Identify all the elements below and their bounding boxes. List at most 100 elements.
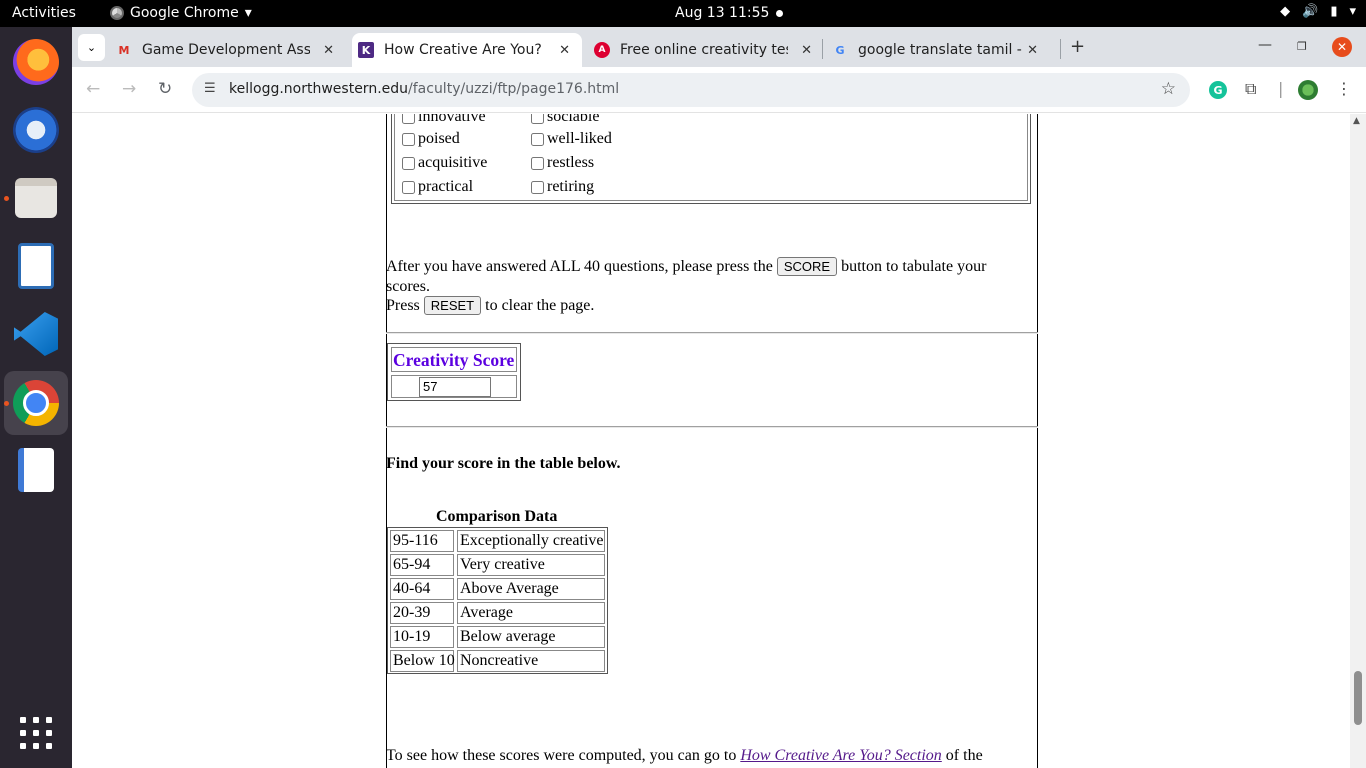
tab-google-translate[interactable]: G google translate tamil - G ✕ xyxy=(832,33,1050,67)
close-icon[interactable]: ✕ xyxy=(1027,43,1038,58)
minimize-icon[interactable]: — xyxy=(1258,37,1272,53)
tab-game-development[interactable]: M Game Development Asso ✕ xyxy=(116,33,346,67)
adjective-label: acquisitive xyxy=(418,154,488,171)
score-button[interactable]: SCORE xyxy=(776,257,838,276)
dock-thunderbird[interactable] xyxy=(4,98,68,162)
rating-cell: Exceptionally creative xyxy=(457,530,605,552)
app-menu[interactable]: Google Chrome ▾ xyxy=(110,5,252,21)
tab-how-creative[interactable]: K How Creative Are You? ✕ xyxy=(352,33,582,67)
forward-arrow-icon[interactable]: → xyxy=(122,79,136,99)
chrome-icon xyxy=(13,380,59,426)
adjective-item[interactable]: sociable xyxy=(531,114,599,126)
content-right-border xyxy=(1037,114,1038,768)
adjective-label: well-liked xyxy=(547,130,612,147)
tab-search-button[interactable]: ⌄ xyxy=(78,34,105,61)
maximize-icon[interactable]: ❐ xyxy=(1297,40,1307,53)
url-text[interactable]: kellogg.northwestern.edu/faculty/uzzi/ft… xyxy=(229,81,619,97)
url-host: kellogg.northwestern.edu xyxy=(229,81,409,97)
dock-files[interactable] xyxy=(4,166,68,230)
show-apps-grid-icon[interactable] xyxy=(20,717,52,749)
tab-title: Game Development Asso xyxy=(142,42,310,58)
adjective-item[interactable]: acquisitive xyxy=(402,154,487,172)
score-cell: 57 xyxy=(391,375,517,398)
footer-text: To see how these scores were computed, y… xyxy=(386,746,983,766)
scrollbar-thumb[interactable] xyxy=(1354,671,1362,725)
reset-text: to clear the page. xyxy=(485,297,595,314)
comparison-table: 95-116 Exceptionally creative 65-94 Very… xyxy=(387,527,608,674)
adjective-label: practical xyxy=(418,178,474,195)
adjective-item[interactable]: poised xyxy=(402,130,460,148)
horizontal-rule xyxy=(386,426,1038,428)
score-range-cell: 20-39 xyxy=(390,602,454,624)
instructions-wrap: scores. xyxy=(386,278,430,295)
reload-icon[interactable]: ↻ xyxy=(158,79,172,99)
thunderbird-icon xyxy=(13,107,59,153)
window-close-icon[interactable]: ✕ xyxy=(1332,37,1352,57)
text-editor-icon xyxy=(18,448,54,492)
close-icon[interactable]: ✕ xyxy=(323,43,334,58)
adjective-checkbox[interactable] xyxy=(402,180,415,194)
extensions-puzzle-icon[interactable]: ⧉ xyxy=(1245,79,1256,99)
vertical-scrollbar[interactable]: ▲ xyxy=(1350,114,1366,768)
new-tab-plus-icon[interactable]: + xyxy=(1070,36,1085,57)
chrome-icon xyxy=(110,6,124,20)
notification-dot xyxy=(776,10,783,17)
profile-avatar[interactable] xyxy=(1298,80,1318,100)
reset-button[interactable]: RESET xyxy=(423,296,482,315)
tab-strip: ⌄ M Game Development Asso ✕ K How Creati… xyxy=(72,27,1366,67)
bookmark-star-icon[interactable]: ☆ xyxy=(1161,79,1176,99)
adjective-label: retiring xyxy=(547,178,595,195)
adjective-item[interactable]: innovative xyxy=(402,114,486,126)
comparison-caption: Comparison Data xyxy=(436,508,558,525)
close-icon[interactable]: ✕ xyxy=(801,43,812,58)
adjective-label: restless xyxy=(547,154,595,171)
adjective-item[interactable]: well-liked xyxy=(531,130,612,148)
toolbar-divider: | xyxy=(1278,79,1284,98)
rating-cell: Average xyxy=(457,602,605,624)
adjective-item[interactable]: restless xyxy=(531,154,594,172)
url-path: /faculty/uzzi/ftp/page176.html xyxy=(408,81,620,97)
score-output-field[interactable]: 57 xyxy=(419,377,491,397)
reset-text: Press xyxy=(386,297,420,314)
adjective-item[interactable]: retiring xyxy=(531,178,594,196)
more-menu-icon[interactable]: ⋮ xyxy=(1336,79,1352,98)
adjective-checkbox[interactable] xyxy=(402,114,415,124)
adjective-checkbox[interactable] xyxy=(531,180,544,194)
dock-writer[interactable] xyxy=(4,234,68,298)
adjective-checkbox[interactable] xyxy=(531,156,544,170)
scroll-up-arrow-icon[interactable]: ▲ xyxy=(1353,116,1360,126)
vscode-icon xyxy=(14,312,58,356)
adjective-item[interactable]: practical xyxy=(402,178,473,196)
chevron-down-icon: ▾ xyxy=(244,5,252,21)
back-arrow-icon[interactable]: ← xyxy=(86,79,100,99)
address-bar[interactable]: ☰ kellogg.northwestern.edu/faculty/uzzi/… xyxy=(192,73,1190,107)
system-tray[interactable]: ◆ 🔊 ▮ ▾ xyxy=(1280,4,1356,19)
dock-vscode[interactable] xyxy=(4,302,68,366)
adjective-checkbox[interactable] xyxy=(402,156,415,170)
clock[interactable]: Aug 13 11:55 xyxy=(675,5,769,21)
rating-cell: Below average xyxy=(457,626,605,648)
activities-button[interactable]: Activities xyxy=(12,5,76,21)
section-link[interactable]: How Creative Are You? Section xyxy=(740,747,941,764)
grammarly-extension-icon[interactable]: G xyxy=(1209,81,1227,99)
browser-toolbar: ← → ↻ ☰ kellogg.northwestern.edu/faculty… xyxy=(72,67,1366,113)
close-icon[interactable]: ✕ xyxy=(559,43,570,58)
site-info-icon[interactable]: ☰ xyxy=(204,81,216,96)
score-range-cell: Below 10 xyxy=(390,650,455,672)
adjective-checkbox[interactable] xyxy=(402,132,415,146)
system-top-bar: Activities Google Chrome ▾ Aug 13 11:55 … xyxy=(0,0,1366,27)
instructions-text: button to tabulate your xyxy=(841,258,987,275)
tab-free-creativity-test[interactable]: A Free online creativity tes ✕ xyxy=(594,33,824,67)
adjective-checkbox[interactable] xyxy=(531,114,544,124)
gmail-icon: M xyxy=(118,43,130,57)
rating-cell: Very creative xyxy=(457,554,605,576)
score-range-cell: 40-64 xyxy=(390,578,454,600)
score-range-cell: 10-19 xyxy=(390,626,454,648)
dock-firefox[interactable] xyxy=(4,30,68,94)
footer-post: of the xyxy=(945,747,983,764)
dock-chrome[interactable] xyxy=(4,371,68,435)
adjective-checkbox[interactable] xyxy=(531,132,544,146)
tab-title: Free online creativity tes xyxy=(620,42,788,58)
dock-text-editor[interactable] xyxy=(4,438,68,502)
dock xyxy=(0,27,72,768)
